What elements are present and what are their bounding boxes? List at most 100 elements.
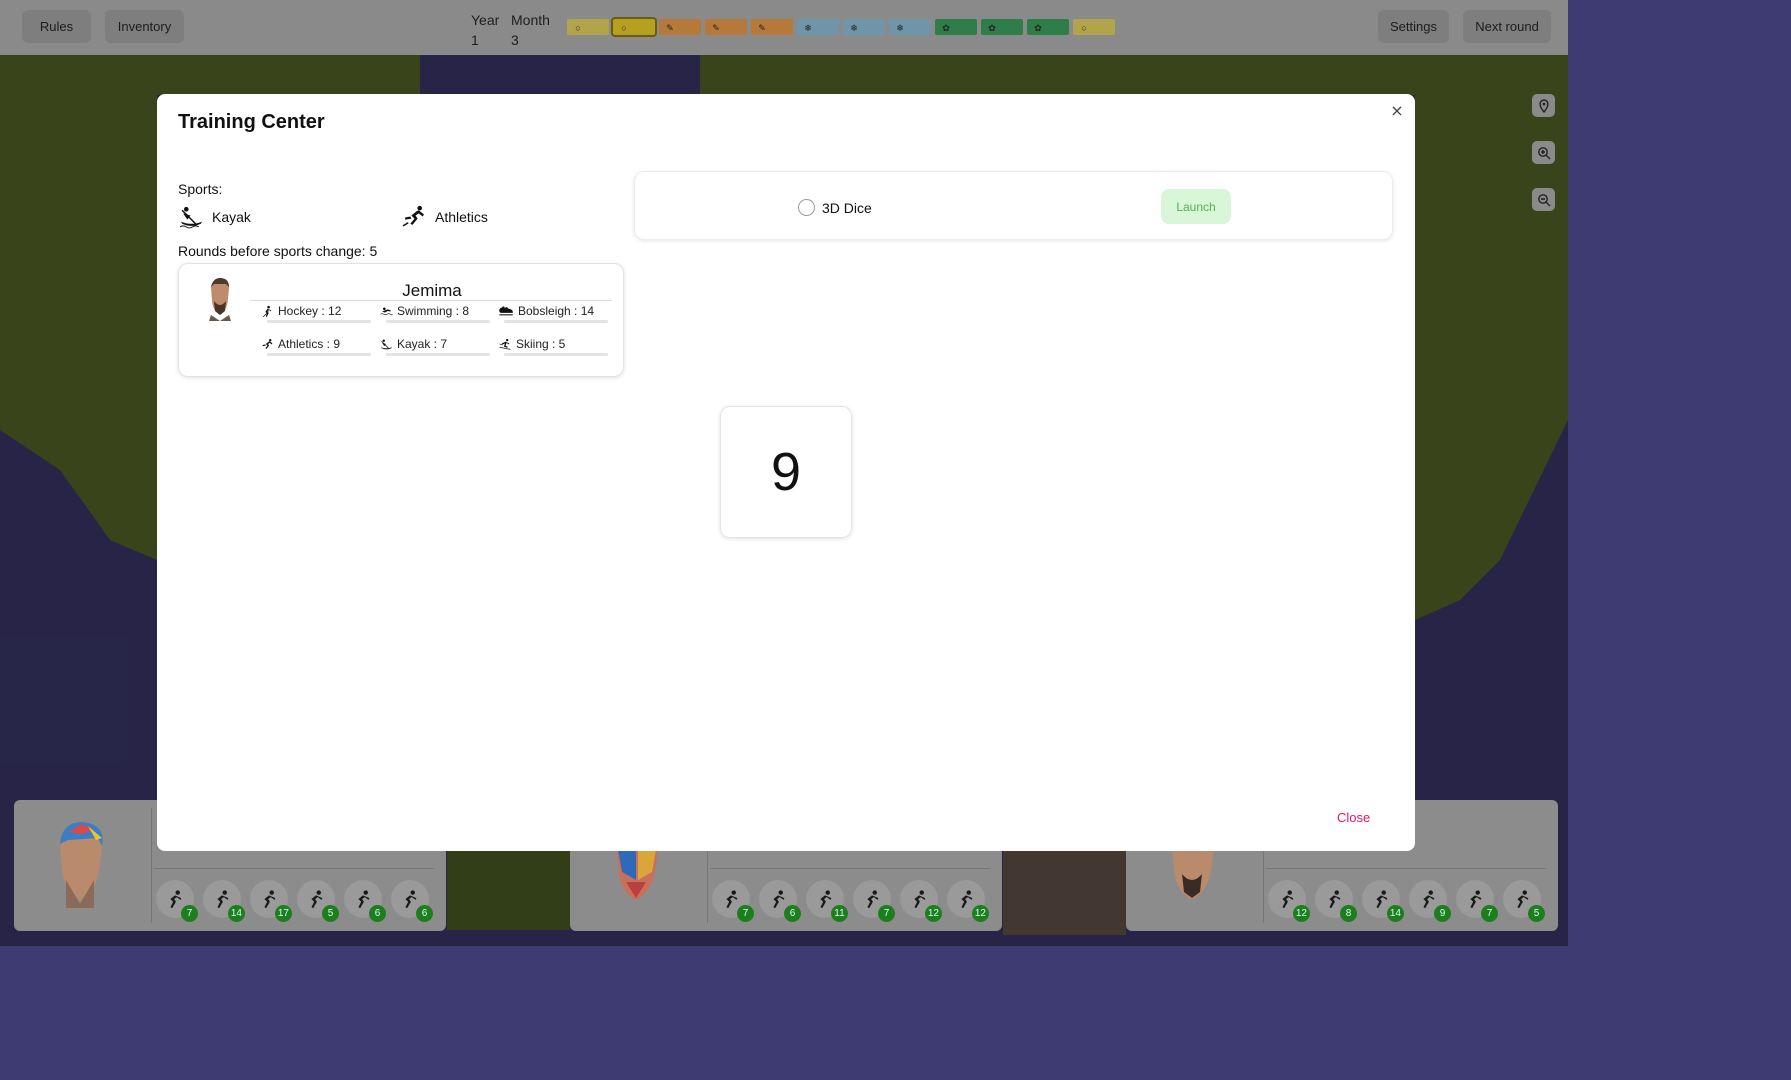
timeline-month-8: ❄ [889, 19, 931, 35]
stat-value-badge: 5 [322, 905, 339, 922]
skill-bar [386, 353, 490, 356]
inventory-button[interactable]: Inventory [105, 10, 184, 43]
sport-name: Kayak [212, 208, 251, 225]
leaf-icon: ✎ [712, 23, 720, 33]
skill-kayak: Kayak : 7 [380, 337, 490, 363]
stat-athletics: 9 [1409, 880, 1451, 922]
stat-value-badge: 17 [274, 905, 292, 922]
stat-value-badge: 7 [1481, 905, 1498, 922]
player-avatar [60, 822, 103, 908]
stat-bobsleigh: 11 [806, 880, 848, 922]
skill-label: Kayak : 7 [397, 337, 448, 351]
timeline-month-9: ✿ [935, 19, 977, 35]
year-value: 1 [471, 32, 479, 48]
stat-value-badge: 5 [1528, 905, 1545, 922]
skill-bobsleigh: Bobsleigh : 14 [498, 304, 608, 330]
close-icon[interactable]: × [1389, 103, 1405, 119]
stat-swimming: 6 [759, 880, 801, 922]
timeline-month-10: ✿ [981, 19, 1023, 35]
skill-label: Athletics : 9 [278, 337, 341, 351]
bobsleigh-icon [499, 305, 513, 315]
stat-athletics: 7 [853, 880, 895, 922]
snowflake-icon: ❄ [896, 23, 904, 33]
stat-kayak: 7 [1456, 880, 1498, 922]
rounds-before-change: Rounds before sports change: 5 [178, 243, 378, 259]
sport-name: Athletics [435, 208, 488, 225]
stat-skiing: 6 [391, 880, 433, 922]
card-rule [154, 868, 434, 869]
stat-bobsleigh: 14 [1362, 880, 1404, 922]
flower-icon: ✿ [942, 23, 950, 33]
stat-hockey: 12 [1268, 880, 1310, 922]
3d-dice-radio[interactable] [798, 199, 815, 216]
athlete-divider [250, 300, 612, 301]
stat-value-badge: 12 [924, 905, 942, 922]
map-pin-icon [1538, 98, 1549, 113]
skill-label: Bobsleigh : 14 [518, 304, 595, 318]
player-stats: 12 8 14 9 7 5 [1268, 880, 1545, 922]
stat-swimming: 8 [1315, 880, 1357, 922]
close-button[interactable]: Close [1337, 810, 1370, 825]
skill-label: Skiing : 5 [516, 337, 566, 351]
timeline-month-7: ❄ [843, 19, 885, 35]
stat-bobsleigh: 17 [250, 880, 292, 922]
locate-button[interactable] [1532, 94, 1555, 117]
kayak-icon [381, 339, 392, 349]
3d-dice-label[interactable]: 3D Dice [822, 200, 872, 216]
skill-hockey: Hockey : 12 [261, 304, 371, 330]
leaf-icon: ✎ [758, 23, 766, 33]
stat-skiing: 12 [947, 880, 989, 922]
stat-value-badge: 6 [369, 905, 386, 922]
snowflake-icon: ❄ [850, 23, 858, 33]
flower-icon: ✿ [1034, 23, 1042, 33]
next-round-button[interactable]: Next round [1463, 10, 1551, 43]
zoom-out-button[interactable] [1532, 188, 1555, 211]
skill-label: Hockey : 12 [278, 304, 342, 318]
hockey-icon [262, 305, 272, 317]
season-timeline: ○ ○ ✎ ✎ ✎ ❄ ❄ ❄ ✿ ✿ ✿ ○ [567, 17, 1115, 37]
zoom-in-icon [1537, 146, 1550, 159]
skill-skiing: Skiing : 5 [498, 337, 608, 363]
timeline-month-2: ○ [611, 17, 657, 37]
stat-value-badge: 11 [831, 905, 848, 922]
card-rule [1266, 868, 1546, 869]
athlete-name: Jemima [402, 281, 462, 300]
launch-button[interactable]: Launch [1161, 189, 1231, 224]
kayak-icon [179, 206, 202, 229]
year-label: Year [471, 12, 500, 28]
month-value: 3 [511, 32, 519, 48]
month-label: Month [511, 12, 550, 28]
athletics-icon [262, 338, 273, 349]
stat-value-badge: 6 [784, 905, 801, 922]
sport-item-athletics: Athletics [402, 204, 488, 229]
sun-icon: ○ [1081, 23, 1087, 33]
skill-bar [267, 320, 371, 323]
sport-item-kayak: Kayak [179, 204, 251, 229]
stat-value-badge: 14 [227, 905, 245, 922]
settings-button[interactable]: Settings [1378, 10, 1449, 43]
skill-bar [386, 320, 490, 323]
top-bar: Rules Inventory Year 1 Month 3 ○ ○ ✎ ✎ ✎ ❄ ❄ ❄ ✿… [0, 0, 1568, 55]
modal-title: Training Center [178, 111, 325, 133]
timeline-month-12: ○ [1073, 19, 1115, 35]
stat-value-badge: 9 [1434, 905, 1451, 922]
stat-skiing: 5 [1503, 880, 1545, 922]
dice-panel: 3D Dice Launch [634, 171, 1393, 240]
swimming-icon [380, 306, 393, 315]
stat-value-badge: 12 [1292, 905, 1310, 922]
rules-button[interactable]: Rules [22, 10, 91, 43]
dice-result: 9 [720, 406, 852, 538]
timeline-month-4: ✎ [705, 19, 747, 35]
zoom-in-button[interactable] [1532, 141, 1555, 164]
leaf-icon: ✎ [666, 23, 674, 33]
stat-value-badge: 14 [1386, 905, 1404, 922]
player-stats: 7 14 17 5 6 6 [156, 880, 433, 922]
stat-value-badge: 12 [971, 905, 989, 922]
month-display: Month 3 [511, 10, 550, 50]
athletics-icon [402, 205, 424, 227]
athlete-card[interactable]: Jemima Hockey : 12 Swimming : 8 Bobsleig… [178, 263, 624, 377]
stat-kayak: 6 [344, 880, 386, 922]
player-stats: 7 6 11 7 12 12 [712, 880, 989, 922]
stat-value-badge: 7 [181, 905, 198, 922]
snowflake-icon: ❄ [804, 23, 812, 33]
